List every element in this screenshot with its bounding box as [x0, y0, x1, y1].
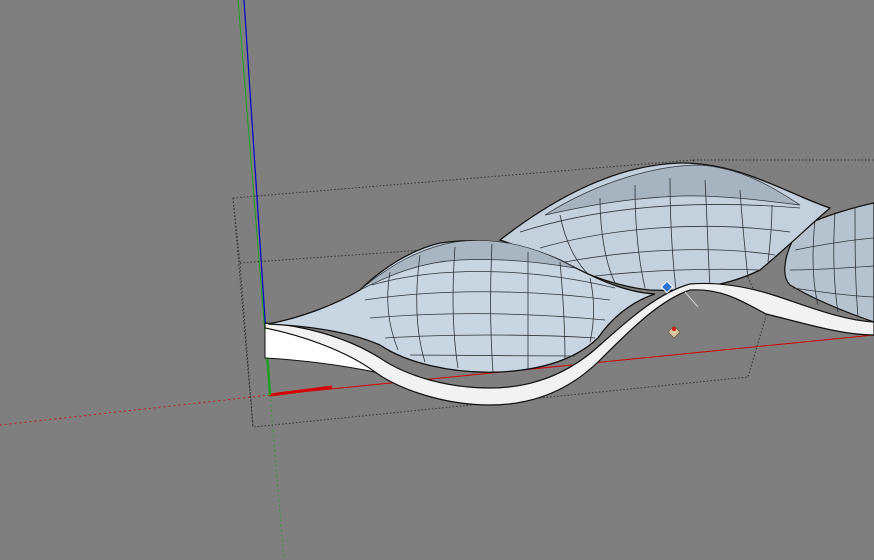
3d-scene-canvas[interactable]	[0, 0, 874, 560]
x-axis-dotted-negative	[0, 394, 271, 426]
x-axis-thick-segment	[269, 385, 333, 397]
model-viewport[interactable]	[0, 0, 874, 560]
paint-bucket-cursor-icon	[667, 325, 681, 339]
y-axis-dotted-negative	[269, 394, 285, 560]
